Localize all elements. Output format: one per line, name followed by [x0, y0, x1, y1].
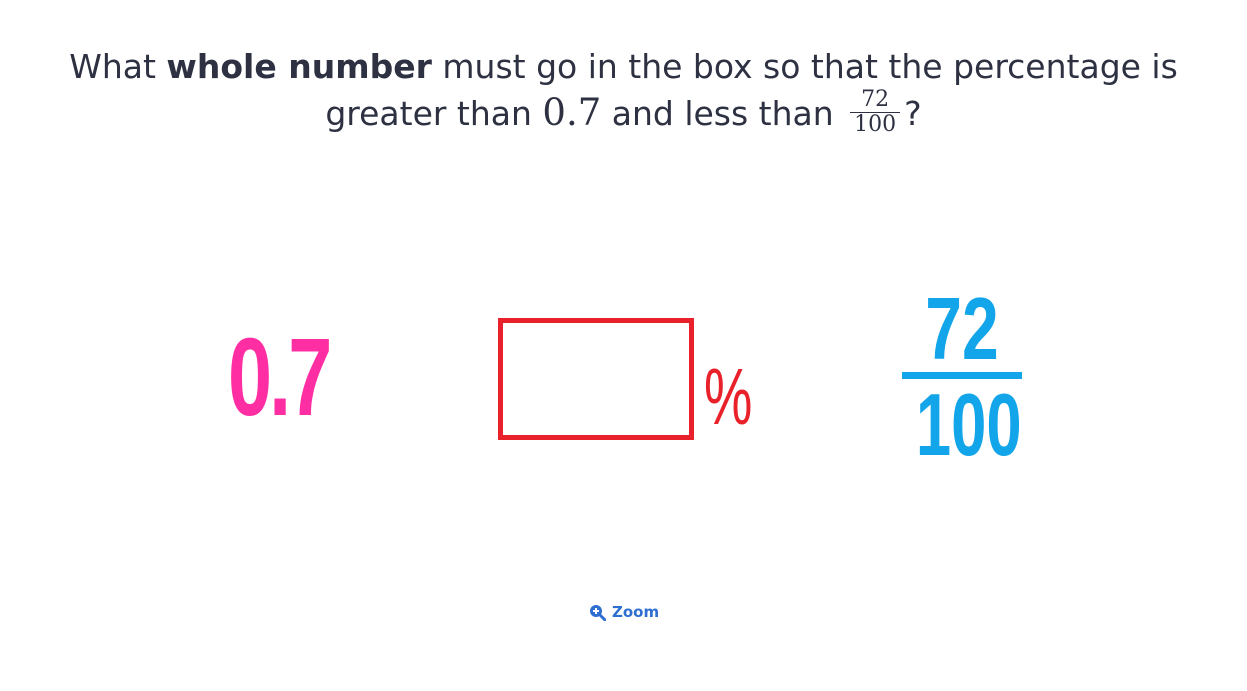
question-text: What whole number must go in the box so …	[0, 44, 1247, 140]
fraction-value: 72 100	[898, 279, 1026, 474]
question-bold: whole number	[166, 47, 432, 86]
answer-box[interactable]	[498, 318, 694, 440]
zoom-label: Zoom	[612, 603, 660, 621]
question-fraction-numerator: 72	[861, 87, 890, 112]
zoom-button[interactable]: Zoom	[589, 603, 659, 621]
question-part4: and less than	[601, 94, 845, 133]
question-fraction-denominator: 100	[850, 112, 901, 137]
percent-sign: %	[704, 352, 753, 441]
zoom-in-icon	[589, 604, 606, 621]
question-decimal: 0.7	[542, 91, 602, 134]
question-part3: greater than	[325, 94, 543, 133]
question-part1: What	[69, 47, 167, 86]
question-part5: ?	[904, 94, 922, 133]
fraction-denominator: 100	[915, 375, 1022, 474]
question-part2: must go in the box so that the percentag…	[431, 47, 1178, 86]
decimal-value: 0.7	[228, 316, 332, 439]
fraction-numerator: 72	[925, 279, 999, 378]
question-fraction: 72 100	[850, 87, 901, 137]
